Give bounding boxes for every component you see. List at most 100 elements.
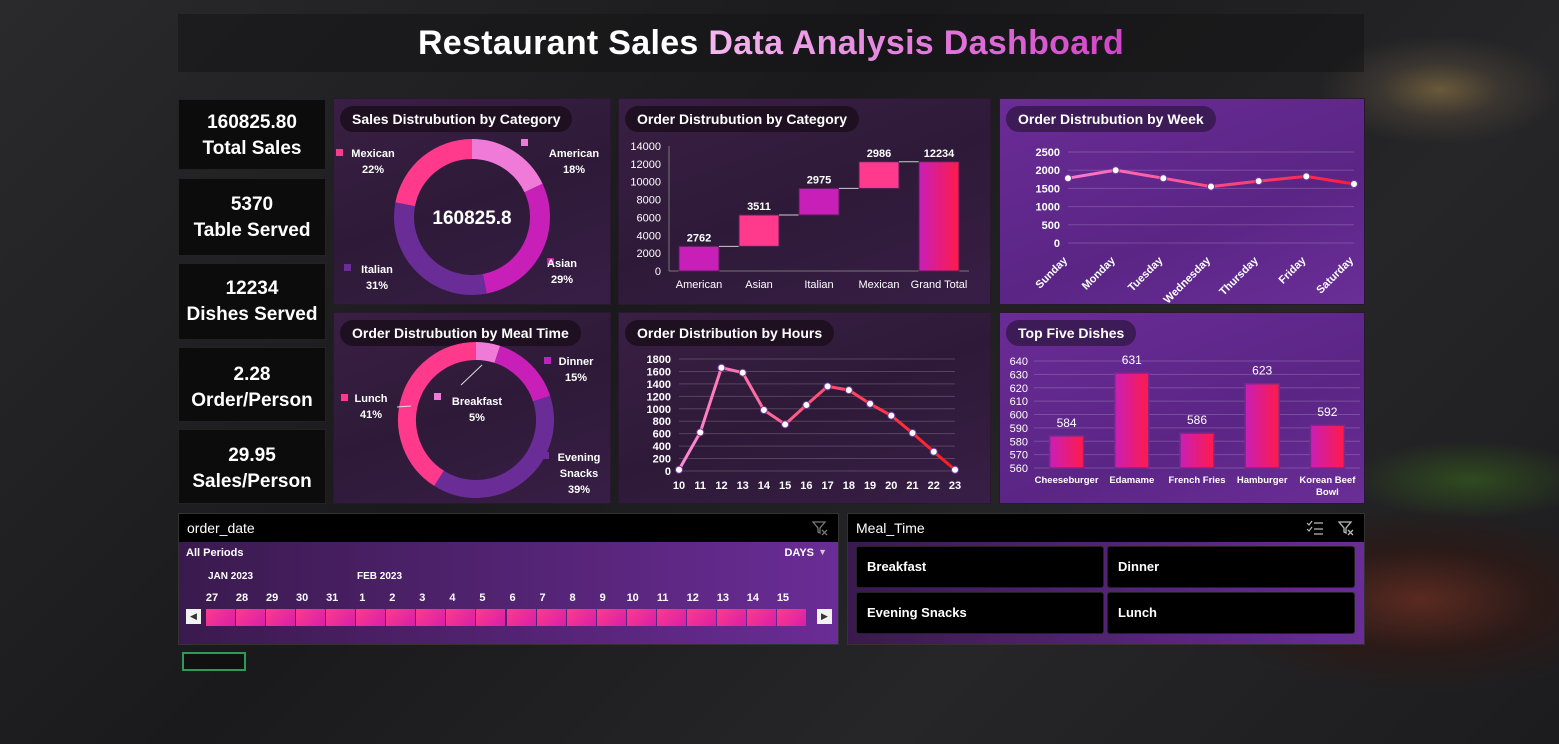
x-tick-label: 22 [928, 480, 940, 492]
timeline-day-tile[interactable] [686, 609, 716, 626]
selected-cell[interactable] [182, 652, 246, 671]
y-tick-label: 0 [665, 466, 671, 478]
x-tick-label: 10 [673, 480, 685, 492]
x-tick-label: Grand Total [911, 279, 968, 291]
top-dishes-panel[interactable]: Top Five Dishes 560 570 580 590 600 610 620 630… [999, 312, 1365, 504]
bar-hamburger [1244, 382, 1280, 469]
legend-marker [336, 149, 343, 156]
timeline-day-tile[interactable] [446, 609, 476, 626]
y-tick-label: 12000 [630, 159, 661, 171]
timeline-day-tile[interactable] [236, 609, 266, 626]
timeline-day-tile[interactable] [626, 609, 656, 626]
order-by-mealtime-panel[interactable]: Order Distrubution by Meal Time Breakfas… [333, 312, 611, 504]
y-tick-label: 590 [1010, 423, 1028, 435]
slice-label: Mexican [351, 148, 395, 160]
timeline-day-tile[interactable] [266, 609, 296, 626]
timeline-day-tile[interactable] [746, 609, 776, 626]
scroll-left-button[interactable]: ◀ [186, 609, 201, 624]
data-label: 2975 [807, 174, 831, 186]
timeline-day-tile[interactable] [416, 609, 446, 626]
meal-time-slicer[interactable]: Meal_Time Breakfast Dinner Evening Snack… [847, 513, 1365, 645]
slice-value-label: 18% [563, 164, 585, 176]
kpi-value: 5370 [230, 194, 274, 215]
clear-filter-icon[interactable] [1338, 520, 1354, 536]
timeline-day-tile[interactable] [206, 609, 236, 626]
series-line [677, 365, 956, 471]
data-point [759, 406, 768, 415]
slicer-item-lunch[interactable]: Lunch [1107, 592, 1355, 634]
timeline-day-tile[interactable] [596, 609, 626, 626]
scroll-right-button[interactable]: ▶ [817, 609, 832, 624]
timeline-day-tile[interactable] [476, 609, 506, 626]
timeline-day-label: 7 [539, 592, 546, 604]
slicer-item-evening-snacks[interactable]: Evening Snacks [856, 592, 1104, 634]
donut-slice-lunch [398, 342, 477, 486]
timeline-day-tile[interactable] [716, 609, 746, 626]
x-tick-label: 18 [843, 480, 855, 492]
slice-value-label: 41% [360, 409, 382, 421]
timeline-level-dropdown[interactable]: DAYS [784, 547, 814, 559]
timeline-day-tile[interactable] [386, 609, 416, 626]
timeline-day-label: 15 [776, 592, 790, 604]
x-tick-label: 16 [800, 480, 812, 492]
y-tick-label: 14000 [630, 141, 661, 153]
data-point [696, 428, 705, 437]
legend-marker [341, 394, 348, 401]
timeline-day-tile[interactable] [506, 609, 536, 626]
order-by-category-panel[interactable]: Order Distrubution by Category 0 2000 4000… [618, 98, 991, 305]
slicer-item-breakfast[interactable]: Breakfast [856, 546, 1104, 588]
data-label: 2762 [687, 232, 711, 244]
clear-filter-icon[interactable] [812, 520, 828, 536]
multi-select-icon[interactable] [1306, 520, 1324, 536]
timeline-day-label: 31 [326, 592, 339, 604]
y-tick-label: 500 [1042, 220, 1060, 232]
y-tick-label: 2500 [1036, 147, 1060, 159]
timeline-day-tile[interactable] [296, 609, 326, 626]
x-tick-label: 11 [694, 480, 706, 492]
timeline-day-label: 13 [716, 592, 729, 604]
timeline-day-tile[interactable] [536, 609, 566, 626]
data-label: 623 [1252, 364, 1272, 378]
legend-marker [521, 139, 528, 146]
chevron-down-icon[interactable]: ▼ [818, 547, 827, 557]
legend-marker [344, 264, 351, 271]
y-tick-label: 8000 [637, 195, 661, 207]
order-date-timeline[interactable]: order_date All Periods DAYS ▼ JAN 2023 F… [178, 513, 839, 645]
y-tick-label: 2000 [637, 248, 661, 260]
x-tick-label: Saturday [1314, 254, 1356, 296]
data-label: 631 [1122, 353, 1142, 367]
dashboard-title: Restaurant Sales Data Analysis Dashboard [178, 24, 1364, 63]
data-point [951, 465, 959, 474]
y-tick-label: 200 [653, 454, 671, 466]
timeline-day-tile[interactable] [326, 609, 356, 626]
data-point [1064, 174, 1072, 183]
data-point [1302, 172, 1311, 181]
y-tick-label: 1000 [1036, 202, 1060, 214]
slicer-item-dinner[interactable]: Dinner [1107, 546, 1355, 588]
data-point [1350, 180, 1358, 189]
timeline-day-label: 6 [509, 592, 516, 604]
x-tick-label: Korean Beef [1299, 475, 1356, 486]
slice-label: Breakfast [452, 396, 502, 408]
order-by-mealtime-chart: Breakfast 5% Dinner 15% Evening Snacks 39% Lunc… [341, 342, 600, 498]
x-tick-label: Tuesday [1126, 254, 1166, 294]
kpi-order-per-person: 2.28 Order/Person [178, 347, 326, 422]
timeline-day-tile[interactable] [776, 609, 806, 626]
data-label: 584 [1057, 416, 1077, 430]
timeline-day-tile[interactable] [566, 609, 596, 626]
slicer-header: Meal_Time [848, 514, 1364, 542]
legend-marker [544, 357, 551, 364]
slice-value-label: 22% [362, 164, 384, 176]
slice-value-label: 5% [469, 412, 485, 424]
order-by-week-panel[interactable]: Order Distrubution by Week 0 500 1000 1500 2… [999, 98, 1365, 306]
x-tick-label: 21 [906, 480, 918, 492]
sales-by-category-panel[interactable]: Sales Distrubution by Category 160825.8 A… [333, 98, 611, 305]
timeline-day-label: 29 [265, 592, 279, 604]
y-tick-label: 400 [653, 441, 671, 453]
timeline-day-label: 28 [235, 592, 249, 604]
timeline-day-tile[interactable] [356, 609, 386, 626]
data-point [823, 382, 832, 391]
timeline-day-tile[interactable] [656, 609, 686, 626]
x-tick-label: Thursday [1217, 254, 1261, 298]
order-by-hours-panel[interactable]: Order Distribution by Hours 0 200 400 600 80… [618, 312, 991, 504]
